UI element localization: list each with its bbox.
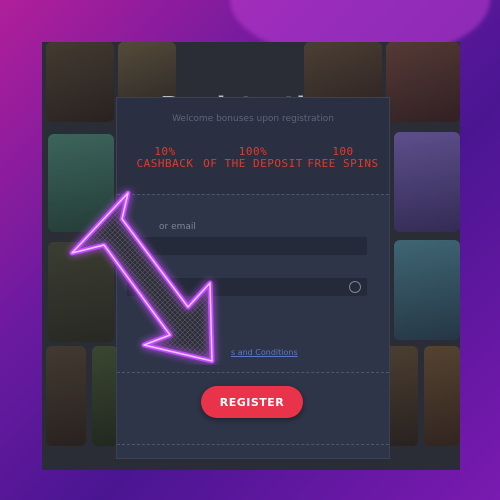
bonus-label: OF THE DEPOSIT xyxy=(203,157,303,170)
game-tile xyxy=(394,132,460,232)
divider xyxy=(117,444,389,445)
divider xyxy=(117,372,389,373)
welcome-text: Welcome bonuses upon registration xyxy=(172,114,334,124)
bonus-deposit: 100% OF THE DEPOSIT xyxy=(199,146,307,170)
eye-icon[interactable] xyxy=(349,281,361,293)
neon-arrow-icon xyxy=(69,190,215,364)
game-tile xyxy=(384,346,418,446)
bonus-free-spins: 100 FREE SPINS xyxy=(303,146,383,170)
bonus-label: FREE SPINS xyxy=(307,157,379,170)
terms-link[interactable]: s and Conditions xyxy=(231,348,298,357)
game-tile xyxy=(394,240,460,340)
bonus-cashback: 10% CASHBACK xyxy=(125,146,205,170)
register-button[interactable]: REGISTER xyxy=(201,386,303,418)
game-tile xyxy=(424,346,460,446)
bonus-label: CASHBACK xyxy=(136,157,194,170)
